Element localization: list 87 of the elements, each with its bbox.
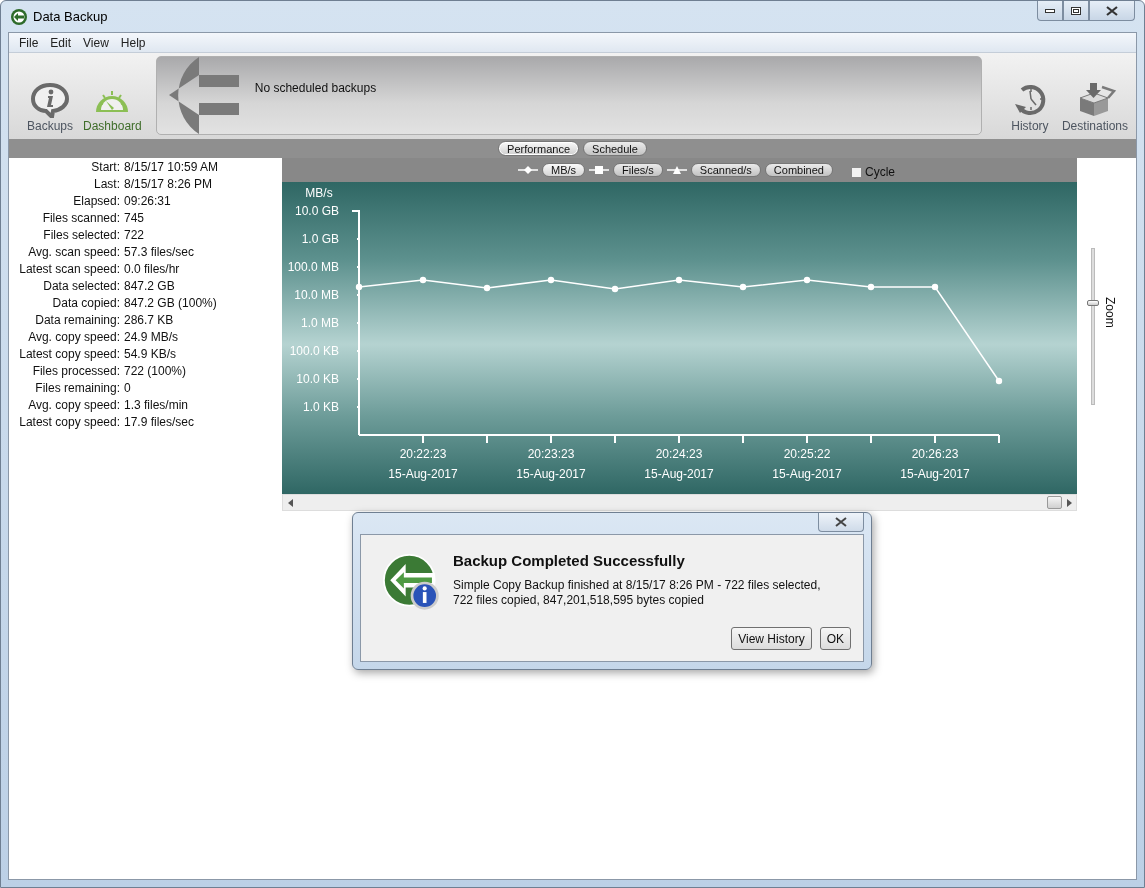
menu-item[interactable]: Help	[114, 35, 152, 50]
stat-label: Avg. scan speed:	[27, 244, 120, 261]
stat-label: Avg. copy speed:	[27, 329, 120, 346]
stat-value: 0.0 files/hr	[124, 261, 181, 278]
close-button[interactable]	[1089, 1, 1135, 21]
series-toggle-button[interactable]: Files/s	[613, 163, 663, 177]
stat-value: 57.3 files/sec	[124, 244, 196, 261]
checkbox[interactable]	[850, 166, 862, 178]
toolbar-button[interactable]: Backups	[27, 82, 74, 133]
tab[interactable]: Schedule	[583, 141, 647, 156]
dialog-message: Simple Copy Backup finished at 8/15/17 8:26 PM - 722 files selected, 722 files copied, 847,201,518,595 bytes copied	[453, 578, 822, 608]
minimize-button[interactable]	[1037, 1, 1063, 21]
stat-label: Files remaining:	[34, 380, 120, 397]
series-toggle-button[interactable]: Combined	[764, 163, 833, 177]
axis-title: MB/s	[305, 186, 333, 200]
dialog-button[interactable]: View History	[731, 627, 812, 650]
stat-label: Files scanned:	[41, 210, 120, 227]
axis-tick-label: 1.0 KB	[302, 400, 339, 414]
minimize-icon	[1045, 8, 1055, 13]
series-toggle-button[interactable]: MB/s	[542, 163, 586, 177]
stat-value: 722	[124, 227, 146, 244]
stat-label: Files processed:	[31, 363, 120, 380]
axis-tick-label: 10.0 MB	[294, 288, 339, 302]
stat-label: Last:	[93, 176, 120, 193]
left-arrow-icon[interactable]	[287, 498, 293, 507]
close-icon	[1106, 5, 1118, 16]
menu-item[interactable]: File	[13, 35, 45, 50]
axis-tick-label: 20:23:23 15-Aug-2017	[515, 446, 587, 483]
app-logo-icon	[11, 8, 27, 25]
stat-value: 722 (100%)	[124, 363, 188, 380]
axis-tick-label: 1.0 GB	[301, 232, 339, 246]
tab[interactable]: Performance	[498, 141, 580, 156]
stat-value: 1.3 files/min	[124, 397, 190, 414]
stat-label: Latest copy speed:	[18, 414, 120, 431]
axis-tick-label: 20:24:23 15-Aug-2017	[643, 446, 715, 483]
dialog-title: Backup Completed Successfully	[453, 552, 686, 569]
dialog-button[interactable]: OK	[819, 627, 851, 650]
close-icon	[835, 517, 847, 527]
stat-label: Start:	[90, 159, 120, 176]
stat-label: Data remaining:	[34, 312, 120, 329]
stat-value: 847.2 GB (100%)	[124, 295, 218, 312]
stat-value: 0	[124, 380, 132, 397]
close-button[interactable]	[818, 513, 864, 532]
toolbar-button[interactable]: Destinations	[1061, 82, 1128, 133]
stat-value: 24.9 MB/s	[124, 329, 180, 346]
stat-value: 745	[124, 210, 146, 227]
toolbar-button[interactable]: History	[1007, 82, 1052, 133]
square-line-marker-icon	[589, 165, 610, 175]
speech-bubble-info-icon	[30, 82, 70, 118]
menu-item[interactable]: View	[77, 35, 115, 50]
axis-tick-label: 20:22:23 15-Aug-2017	[387, 446, 459, 483]
checkbox-label: Cycle	[864, 165, 895, 179]
axis-tick-label: 20:26:23 15-Aug-2017	[899, 446, 971, 483]
stat-label: Latest copy speed:	[18, 346, 120, 363]
menu-item[interactable]: Edit	[44, 35, 78, 50]
stat-label: Data copied:	[51, 295, 120, 312]
stat-value: 09:26:31	[124, 193, 172, 210]
stat-label: Elapsed:	[72, 193, 120, 210]
zoom-label: Zoom	[1104, 297, 1116, 330]
stat-value: 8/15/17 10:59 AM	[124, 159, 220, 176]
banner-text: No scheduled backups	[254, 81, 377, 95]
axis-tick-label: 10.0 KB	[296, 372, 339, 386]
stat-label: Latest scan speed:	[18, 261, 120, 278]
series-toggle-button[interactable]: Scanned/s	[690, 163, 761, 177]
stat-label: Data selected:	[42, 278, 120, 295]
diamond-line-marker-icon	[518, 165, 538, 175]
stat-label: Files selected:	[42, 227, 120, 244]
stat-value: 54.9 KB/s	[124, 346, 178, 363]
window-title: Data Backup	[33, 9, 108, 24]
stat-value: 847.2 GB	[124, 278, 176, 295]
stat-value: 17.9 files/sec	[124, 414, 196, 431]
triangle-line-marker-icon	[666, 165, 687, 175]
axis-tick-label: 10.0 GB	[294, 204, 339, 218]
right-arrow-icon[interactable]	[1066, 498, 1072, 507]
axis-tick-label: 100.0 MB	[287, 260, 339, 274]
stat-value: 8/15/17 8:26 PM	[124, 176, 214, 193]
axis-tick-label: 20:25:22 15-Aug-2017	[771, 446, 843, 483]
slider-thumb[interactable]	[1087, 300, 1099, 307]
scrollbar-thumb[interactable]	[1047, 496, 1062, 509]
axis-tick-label: 1.0 MB	[301, 316, 339, 330]
maximize-icon	[1071, 6, 1081, 15]
toolbar-button[interactable]: Dashboard	[83, 82, 142, 133]
stat-label: Avg. copy speed:	[27, 397, 120, 414]
axis-tick-label: 100.0 KB	[289, 344, 339, 358]
horizontal-scrollbar[interactable]	[282, 494, 1077, 511]
stat-value: 286.7 KB	[124, 312, 175, 329]
maximize-button[interactable]	[1063, 1, 1089, 21]
